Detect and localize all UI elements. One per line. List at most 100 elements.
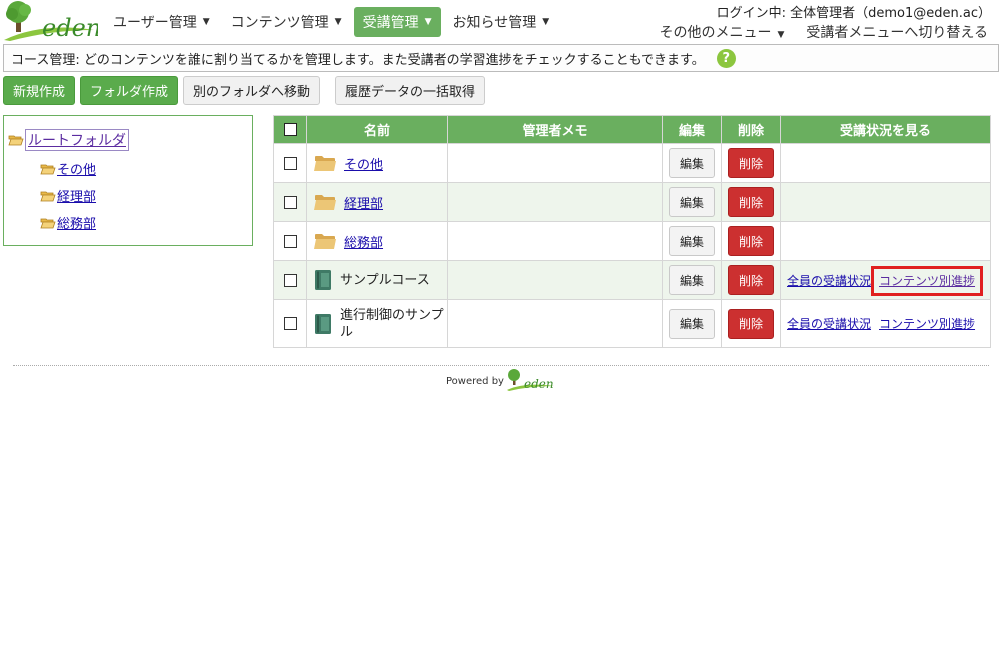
edit-button[interactable]: 編集 — [669, 187, 715, 217]
folder-icon — [314, 194, 336, 210]
delete-cell: 削除 — [721, 182, 781, 222]
edit-cell: 編集 — [662, 143, 722, 183]
nav-notice-management[interactable]: お知らせ管理 ▼ — [444, 7, 559, 37]
row-select-cell — [273, 182, 307, 222]
folder-open-icon — [40, 191, 56, 201]
name-cell: 経理部 — [306, 182, 448, 222]
row-checkbox[interactable] — [283, 317, 297, 330]
edit-button[interactable]: 編集 — [669, 265, 715, 295]
folder-link[interactable]: 総務部 — [344, 232, 383, 251]
login-info: ログイン中: 全体管理者（demo1@eden.ac） — [716, 6, 991, 21]
small-logo-text: eden — [524, 377, 554, 391]
row-checkbox[interactable] — [283, 234, 297, 248]
tree-item-link[interactable]: その他 — [57, 159, 96, 178]
bulk-history-button[interactable]: 履歴データの一括取得 — [335, 76, 486, 105]
row-select-cell — [273, 260, 307, 300]
row-checkbox[interactable] — [283, 156, 297, 170]
memo-cell — [447, 299, 663, 348]
select-all-header — [273, 115, 307, 144]
name-cell: サンプルコース — [306, 260, 448, 300]
caret-down-icon: ▼ — [334, 17, 342, 27]
other-menu-dropdown[interactable]: その他のメニュー ▼ — [659, 22, 784, 42]
tree-item-link[interactable]: 総務部 — [57, 213, 96, 232]
powered-by: Powered by eden — [446, 368, 556, 392]
delete-button[interactable]: 削除 — [728, 187, 774, 217]
edit-button[interactable]: 編集 — [669, 148, 715, 178]
table-header-row: 名前 管理者メモ 編集 削除 受講状況を見る — [273, 115, 991, 144]
course-book-icon — [315, 270, 331, 290]
logo-text: eden — [42, 14, 98, 42]
delete-cell: 削除 — [721, 143, 781, 183]
nav-content-management[interactable]: コンテンツ管理 ▼ — [222, 7, 351, 37]
delete-button[interactable]: 削除 — [728, 308, 774, 339]
col-edit: 編集 — [662, 115, 722, 144]
top-right-menu: その他のメニュー ▼ 受講者メニューへ切り替える — [659, 22, 988, 42]
tree-item: 総務部 — [4, 209, 252, 236]
course-book-icon — [315, 313, 331, 334]
info-text: コース管理: どのコンテンツを誰に割り当てるかを管理します。また受講者の学習進捗… — [11, 52, 705, 68]
tree-item-link[interactable]: 経理部 — [57, 186, 96, 205]
folder-icon — [314, 233, 336, 249]
caret-down-icon: ▼ — [542, 17, 550, 27]
switch-to-learner-menu[interactable]: 受講者メニューへ切り替える — [806, 22, 988, 42]
nav-user-management[interactable]: ユーザー管理 ▼ — [104, 7, 219, 37]
edit-cell: 編集 — [662, 299, 722, 348]
edit-button[interactable]: 編集 — [669, 308, 715, 339]
folder-open-icon — [40, 218, 56, 228]
nav-label: コンテンツ管理 — [230, 15, 329, 31]
memo-cell — [447, 182, 663, 222]
footer-divider — [13, 365, 989, 366]
tree-item: その他 — [4, 155, 252, 182]
edit-button[interactable]: 編集 — [669, 226, 715, 256]
folder-link[interactable]: 経理部 — [344, 193, 383, 212]
delete-button[interactable]: 削除 — [728, 148, 774, 178]
content-progress-link[interactable]: コンテンツ別進捗 — [871, 265, 984, 296]
folder-tree: ルートフォルダ その他 経理部 総務部 — [3, 115, 253, 246]
row-checkbox[interactable] — [283, 195, 297, 209]
eden-small-logo: eden — [506, 369, 554, 391]
help-icon[interactable]: ? — [716, 48, 736, 68]
memo-cell — [447, 221, 663, 261]
content-progress-link[interactable]: コンテンツ別進捗 — [879, 317, 975, 331]
course-name: サンプルコース — [340, 272, 430, 288]
nav-label: お知らせ管理 — [452, 15, 537, 31]
status-cell — [780, 182, 991, 222]
row-select-cell — [273, 143, 307, 183]
nav-course-management[interactable]: 受講管理 ▼ — [353, 7, 441, 37]
name-cell: 総務部 — [306, 221, 448, 261]
row-checkbox[interactable] — [283, 273, 297, 287]
status-cell — [780, 221, 991, 261]
delete-cell: 削除 — [721, 260, 781, 300]
select-all-checkbox[interactable] — [283, 123, 297, 136]
col-name[interactable]: 名前 — [306, 115, 448, 144]
table-row: その他 編集 削除 — [273, 143, 991, 183]
move-folder-button[interactable]: 別のフォルダへ移動 — [183, 76, 321, 105]
all-learners-status-link[interactable]: 全員の受講状況 — [787, 274, 871, 288]
new-button[interactable]: 新規作成 — [3, 76, 76, 105]
folder-open-icon — [8, 135, 24, 146]
delete-cell: 削除 — [721, 299, 781, 348]
course-name: 進行制御のサンプル — [340, 307, 444, 340]
delete-button[interactable]: 削除 — [728, 226, 774, 256]
tree-root-link[interactable]: ルートフォルダ — [25, 129, 129, 151]
main-nav: ユーザー管理 ▼ コンテンツ管理 ▼ 受講管理 ▼ お知らせ管理 ▼ — [104, 7, 561, 37]
folder-link[interactable]: その他 — [344, 154, 383, 173]
caret-down-icon: ▼ — [424, 17, 432, 27]
edit-cell: 編集 — [662, 182, 722, 222]
row-select-cell — [273, 221, 307, 261]
folder-open-icon — [40, 164, 56, 174]
caret-down-icon: ▼ — [777, 30, 785, 40]
tree-root: ルートフォルダ — [4, 129, 252, 151]
memo-cell — [447, 260, 663, 300]
status-cell — [780, 143, 991, 183]
folder-icon — [314, 155, 336, 171]
table-row: 総務部 編集 削除 — [273, 221, 991, 261]
col-memo: 管理者メモ — [447, 115, 663, 144]
new-folder-button[interactable]: フォルダ作成 — [80, 76, 179, 105]
powered-by-text: Powered by — [446, 376, 504, 387]
status-cell: 全員の受講状況 コンテンツ別進捗 — [780, 260, 991, 300]
eden-logo[interactable]: eden — [2, 0, 98, 42]
all-learners-status-link[interactable]: 全員の受講状況 — [787, 317, 871, 331]
delete-button[interactable]: 削除 — [728, 265, 774, 295]
memo-cell — [447, 143, 663, 183]
